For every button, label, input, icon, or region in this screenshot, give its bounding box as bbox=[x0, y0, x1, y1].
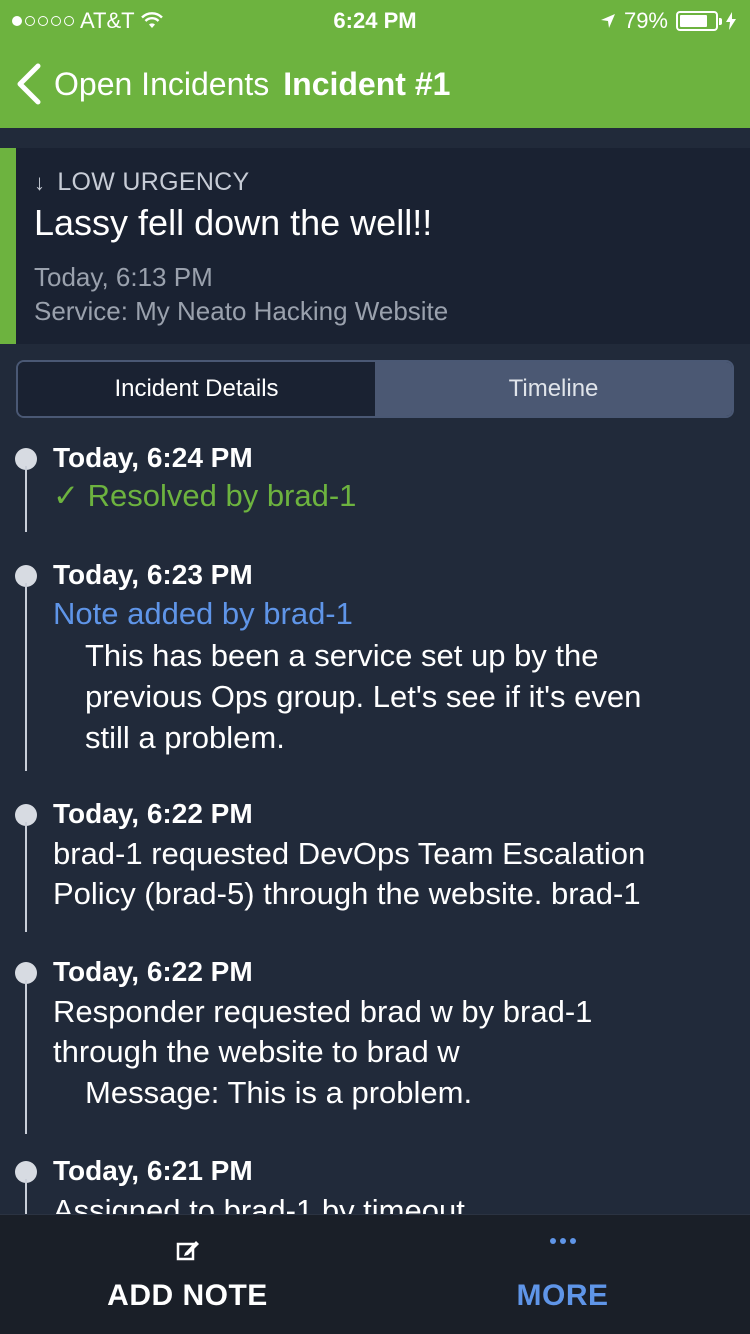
timeline-entry-time: Today, 6:22 PM bbox=[53, 798, 253, 829]
timeline-connector bbox=[25, 980, 27, 1134]
timeline-entry-text: through the website to brad w bbox=[53, 1034, 460, 1069]
status-right: 79% bbox=[600, 8, 736, 34]
ellipsis-icon bbox=[549, 1238, 576, 1244]
tab-timeline[interactable]: Timeline bbox=[375, 362, 732, 416]
timeline-connector bbox=[25, 1179, 27, 1215]
back-button-label: Open Incidents bbox=[54, 65, 270, 102]
timeline-entry-text: Policy (brad-5) through the website. bra… bbox=[53, 876, 641, 911]
timeline-entry-time: Today, 6:22 PM bbox=[53, 956, 253, 987]
edit-note-icon bbox=[176, 1241, 199, 1261]
note-text-line: still a problem. bbox=[85, 720, 285, 755]
timeline-entry-text: Responder requested brad w by brad-1 bbox=[53, 994, 593, 1029]
timeline-connector bbox=[25, 583, 27, 771]
urgency-indicator: ↓ LOW URGENCY bbox=[34, 168, 250, 197]
status-bar: AT&T 6:24 PM 79% bbox=[0, 0, 750, 40]
checkmark-icon: ✓ bbox=[53, 478, 79, 513]
note-added-link[interactable]: Note added by brad-1 bbox=[53, 594, 733, 634]
timeline-entry: Today, 6:24 PM ✓ Resolved by brad-1 bbox=[0, 430, 750, 540]
more-button[interactable]: MORE bbox=[375, 1215, 750, 1334]
timeline-entry-text: Assigned to brad-1 by timeout bbox=[53, 1193, 465, 1215]
arrow-down-icon: ↓ bbox=[34, 169, 46, 195]
more-label: MORE bbox=[516, 1279, 609, 1312]
battery-icon bbox=[676, 11, 722, 31]
timeline-entry-time: Today, 6:21 PM bbox=[53, 1155, 253, 1186]
chevron-left-icon bbox=[17, 63, 41, 105]
incident-title: Lassy fell down the well!! bbox=[34, 202, 433, 243]
timeline-entry-resolved: ✓ Resolved by brad-1 bbox=[53, 476, 733, 516]
segmented-tabs: Incident Details Timeline bbox=[16, 360, 734, 418]
back-button[interactable]: Open Incidents bbox=[0, 62, 269, 106]
timeline-list[interactable]: Today, 6:24 PM ✓ Resolved by brad-1 Toda… bbox=[0, 430, 750, 1215]
incident-created-time: Today, 6:13 PM bbox=[34, 262, 213, 292]
incident-service: Service: My Neato Hacking Website bbox=[34, 296, 449, 326]
bottom-action-bar: ADD NOTE MORE bbox=[0, 1214, 750, 1334]
timeline-connector bbox=[25, 466, 27, 532]
add-note-label: ADD NOTE bbox=[107, 1279, 268, 1312]
timeline-entry-message: Message: This is a problem. bbox=[85, 1075, 473, 1110]
page-title: Incident #1 bbox=[283, 65, 451, 102]
resolved-text: Resolved by brad-1 bbox=[87, 478, 357, 513]
timeline-entry: Today, 6:23 PM Note added by brad-1 This… bbox=[0, 547, 750, 777]
tab-incident-details[interactable]: Incident Details bbox=[18, 362, 375, 416]
timeline-entry-time: Today, 6:24 PM bbox=[53, 442, 253, 473]
timeline-entry: Today, 6:22 PM Responder requested brad … bbox=[0, 944, 750, 1134]
note-text-line: previous Ops group. Let's see if it's ev… bbox=[85, 679, 642, 714]
urgency-label: LOW URGENCY bbox=[57, 168, 250, 196]
navigation-bar: Open Incidents Incident #1 bbox=[0, 52, 750, 116]
add-note-button[interactable]: ADD NOTE bbox=[0, 1215, 375, 1334]
timeline-entry: Today, 6:21 PM Assigned to brad-1 by tim… bbox=[0, 1143, 750, 1215]
charging-bolt-icon bbox=[726, 12, 736, 30]
battery-percent: 79% bbox=[623, 8, 668, 33]
timeline-entry: Today, 6:22 PM brad-1 requested DevOps T… bbox=[0, 786, 750, 936]
timeline-connector bbox=[25, 822, 27, 932]
top-bar: AT&T 6:24 PM 79% Open Incidents Incident… bbox=[0, 0, 750, 128]
note-text-line: This has been a service set up by the bbox=[85, 638, 599, 673]
timeline-entry-text: brad-1 requested DevOps Team Escalation bbox=[53, 836, 646, 871]
incident-summary-card: ↓ LOW URGENCY Lassy fell down the well!!… bbox=[0, 148, 750, 344]
location-arrow-icon bbox=[600, 14, 615, 28]
timeline-entry-time: Today, 6:23 PM bbox=[53, 559, 253, 590]
